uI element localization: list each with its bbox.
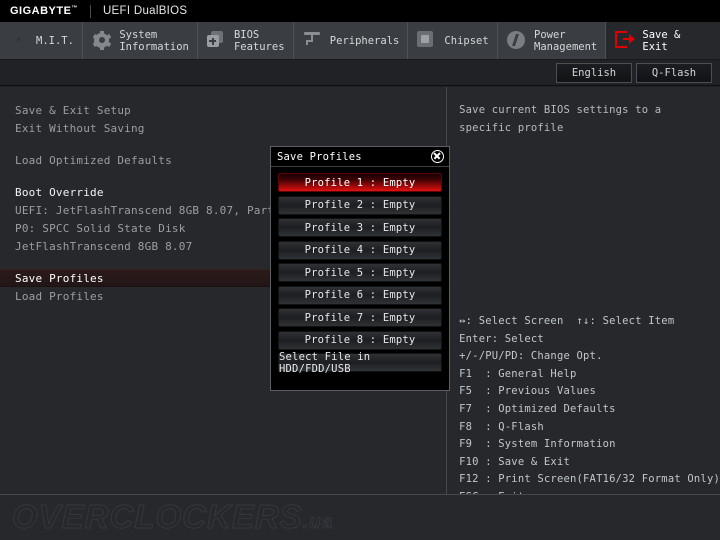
tab-bios-features[interactable]: BIOS Features — [198, 22, 294, 59]
gear-icon — [92, 30, 112, 51]
tab-system-information[interactable]: System Information — [83, 22, 198, 59]
profile-7-button[interactable]: Profile 7 : Empty — [278, 308, 442, 327]
peripherals-icon — [303, 31, 323, 51]
shortcut-f12: F12 : Print Screen(FAT16/32 Format Only) — [459, 473, 720, 486]
profile-3-button[interactable]: Profile 3 : Empty — [278, 218, 442, 237]
tab-save-and-exit[interactable]: Save & Exit — [606, 22, 720, 59]
watermark-suffix: .ua — [302, 512, 334, 534]
menu-item-save-exit-setup[interactable]: Save & Exit Setup — [0, 101, 446, 119]
tab-label: Save & Exit — [642, 28, 681, 53]
help-pane: Save current BIOS settings to a specific… — [447, 87, 720, 503]
select-file-button[interactable]: Select File in HDD/FDD/USB — [278, 351, 442, 375]
main-tab-bar: M.I.T. System Information BIOS Features … — [0, 22, 720, 60]
chip-add-icon — [206, 30, 227, 51]
help-text-line: specific profile — [459, 122, 564, 134]
dialog-body: Profile 1 : Empty Profile 2 : Empty Prof… — [271, 167, 449, 379]
brand-divider — [89, 4, 91, 18]
save-profiles-dialog: Save Profiles Profile 1 : Empty Profile … — [270, 146, 450, 391]
gigabyte-logo: GIGABYTE™ — [10, 5, 78, 17]
profile-5-button[interactable]: Profile 5 : Empty — [278, 263, 442, 282]
profile-8-button[interactable]: Profile 8 : Empty — [278, 330, 442, 350]
dialog-title: Save Profiles — [277, 150, 362, 163]
tab-label: Power Management — [534, 28, 598, 53]
tab-label: Chipset — [444, 34, 489, 47]
profile-2-button[interactable]: Profile 2 : Empty — [278, 195, 442, 215]
sub-toolbar: English Q-Flash — [0, 60, 720, 86]
profile-1-button[interactable]: Profile 1 : Empty — [278, 173, 442, 192]
power-bolt-icon — [507, 30, 527, 51]
tab-label: M.I.T. — [36, 34, 74, 47]
shortcut-select-screen-item: ↔: Select Screen ↑↓: Select Item — [459, 315, 675, 327]
tab-peripherals[interactable]: Peripherals — [294, 22, 409, 59]
disc-icon — [9, 31, 29, 51]
footer-bar: OVERCLOCKERS.ua — [0, 494, 720, 540]
tab-label: BIOS Features — [233, 28, 285, 53]
language-button[interactable]: English — [556, 62, 632, 83]
watermark: OVERCLOCKERS.ua — [12, 498, 333, 536]
tab-label: Peripherals — [329, 34, 400, 47]
profile-6-button[interactable]: Profile 6 : Empty — [278, 285, 442, 305]
shortcut-change-opt: +/-/PU/PD: Change Opt. — [459, 350, 603, 363]
brand-bar: GIGABYTE™ UEFI DualBIOS — [0, 0, 720, 22]
shortcut-enter: Enter: Select — [459, 332, 544, 345]
shortcut-f8: F8 : Q-Flash — [459, 420, 544, 433]
trademark-symbol: ™ — [71, 5, 78, 12]
dialog-title-bar: Save Profiles — [271, 147, 449, 167]
tab-power-management[interactable]: Power Management — [498, 22, 607, 59]
chipset-icon — [417, 30, 437, 51]
brand-subtitle: UEFI DualBIOS — [102, 5, 188, 17]
shortcut-f5: F5 : Previous Values — [459, 385, 597, 398]
profile-4-button[interactable]: Profile 4 : Empty — [278, 240, 442, 260]
shortcut-f7: F7 : Optimized Defaults — [459, 402, 616, 415]
shortcut-f1: F1 : General Help — [459, 367, 577, 380]
tab-mit[interactable]: M.I.T. — [0, 22, 84, 59]
exit-arrow-icon — [615, 30, 636, 51]
keyboard-shortcuts-list: ↔: Select Screen ↑↓: Select Item Enter: … — [459, 313, 720, 507]
tab-chipset[interactable]: Chipset — [408, 22, 499, 59]
close-circle-icon[interactable] — [431, 150, 444, 163]
shortcut-f10: F10 : Save & Exit — [459, 455, 570, 468]
qflash-button[interactable]: Q-Flash — [636, 62, 712, 83]
help-text-line: Save current BIOS settings to a — [459, 104, 662, 116]
tab-label: System Information — [119, 28, 189, 53]
menu-item-exit-without-saving[interactable]: Exit Without Saving — [0, 119, 446, 137]
shortcut-f9: F9 : System Information — [459, 438, 616, 451]
watermark-main: OVERCLOCKERS — [12, 498, 303, 536]
